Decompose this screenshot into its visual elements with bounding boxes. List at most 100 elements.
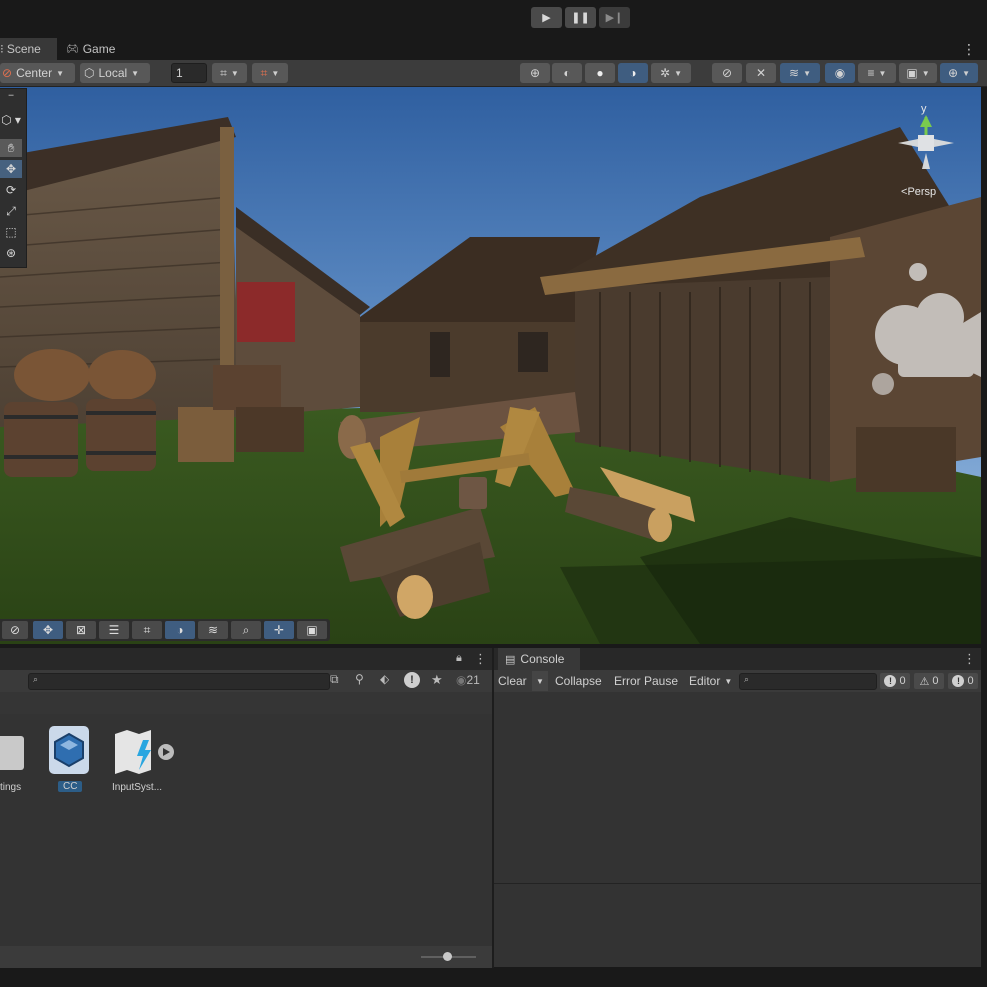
drag-handle-icon[interactable]: ━ (0, 91, 22, 100)
pivot-rotation-dropdown[interactable]: ⬡ Local ▼ (80, 63, 150, 83)
transform-tool-button[interactable]: ⊛ (0, 244, 22, 262)
chevron-down-icon: ▼ (230, 68, 239, 78)
console-search-input[interactable]: ⌕ (739, 673, 877, 690)
input-actions-icon[interactable] (113, 730, 175, 774)
favorite-star-icon[interactable]: ★ (431, 672, 443, 688)
lock-icon[interactable]: 🔒︎ (456, 652, 462, 665)
globe-icon: ⊕ (529, 66, 541, 80)
pivot-icon: ⊘ (2, 66, 13, 80)
tab-console[interactable]: ▤ Console (498, 648, 580, 670)
tab-scene-label: Scene (6, 42, 41, 56)
compass-icon: ⊘ (9, 623, 21, 637)
clear-options-dropdown[interactable]: ▼ (532, 671, 548, 691)
asset-label-selected[interactable]: CC (58, 781, 83, 792)
tool-mode-dropdown[interactable]: ⬡ ▾ (0, 111, 22, 129)
overlay-align-button[interactable]: ☰ (99, 621, 129, 639)
move-arrows-icon: ✥ (5, 162, 17, 176)
asset-label[interactable]: InputSyst... (112, 782, 162, 793)
visibility-layers-dropdown[interactable]: ≋ ▼ (780, 63, 820, 83)
pause-button[interactable]: ❚❚ (565, 7, 596, 28)
console-log-area[interactable] (494, 692, 981, 967)
hand-tool-button[interactable]: ✋︎ (0, 139, 22, 157)
local-cube-icon: ⬡ (84, 66, 95, 80)
tab-game[interactable]: 🎮︎ Game (66, 38, 126, 60)
package-icon[interactable] (49, 726, 89, 774)
scene-viewport[interactable]: y <Persp (0, 87, 981, 644)
folder-icon[interactable] (0, 736, 24, 770)
move-tool-button[interactable]: ✥ (0, 160, 22, 178)
collapse-label: Collapse (555, 674, 602, 688)
asset-label[interactable]: tings (0, 782, 21, 793)
icon-size-slider-thumb[interactable] (443, 952, 452, 961)
grid-snap-dropdown[interactable]: ⌗ ▼ (212, 63, 247, 83)
gizmos-dropdown[interactable]: ⊕ ▼ (940, 63, 978, 83)
scene-icon: ⁝ (0, 42, 4, 56)
2d-toggle-button[interactable]: ◐ (552, 63, 582, 83)
clear-button[interactable]: Clear (498, 671, 527, 691)
log-count-toggle[interactable]: ! 0 (880, 673, 910, 689)
console-tab-bar: ▤ Console ⋮ (494, 648, 981, 670)
overlay-move-button[interactable]: ✥ (33, 621, 63, 639)
effects-dropdown[interactable]: ✲ ▼ (651, 63, 691, 83)
increment-snap-dropdown[interactable]: ⌗ ▼ (252, 63, 288, 83)
tab-scene[interactable]: ⁝ Scene (0, 38, 57, 60)
fx-muted-icon: ✕ (755, 66, 767, 80)
grid-icon: ⌗ (143, 622, 151, 637)
open-window-icon[interactable]: ⧉ (330, 672, 339, 687)
step-button[interactable]: ▶❙ (599, 7, 630, 28)
overlay-shading-button[interactable]: ◑ (165, 621, 195, 639)
bug-icon: ✲ (660, 66, 671, 80)
error-count: 0 (967, 675, 974, 687)
project-search-input[interactable]: ⌕ (28, 673, 330, 690)
overlay-search-button[interactable]: ⌕ (231, 621, 261, 639)
scene-visibility-button[interactable]: ◉ (825, 63, 855, 83)
eye-icon: ◉ (834, 66, 846, 80)
play-button[interactable]: ▶ (531, 7, 562, 28)
console-menu-kebab-icon[interactable]: ⋮ (963, 651, 976, 667)
search-icon: ⌕ (33, 674, 39, 684)
move-arrows-icon: ✥ (42, 623, 54, 637)
game-controller-icon: 🎮︎ (66, 43, 79, 55)
skybox-toggle-button[interactable]: ◑ (618, 63, 648, 83)
filter-by-log-type-icon[interactable]: ! (404, 672, 420, 688)
grid-increment-field[interactable]: 1 (171, 63, 207, 83)
project-footer (0, 946, 492, 968)
filter-by-type-icon[interactable]: ⚲ (355, 672, 364, 686)
fx-toggle-button[interactable]: ✕ (746, 63, 776, 83)
pivot-mode-dropdown[interactable]: ⊘ Center ▼ (0, 63, 75, 83)
pause-icon: ❚❚ (571, 12, 590, 24)
filter-by-label-icon[interactable]: ⬖ (380, 672, 389, 686)
moon-icon: ◑ (176, 623, 184, 637)
error-count-toggle[interactable]: ! 0 (948, 673, 978, 689)
scene-camera-dropdown[interactable]: ▣ ▼ (899, 63, 937, 83)
projection-toggle[interactable]: <Persp (901, 186, 936, 198)
collapse-button[interactable]: Collapse (555, 671, 602, 691)
tab-menu-kebab-icon[interactable]: ⋮ (962, 38, 976, 60)
layers-stack-icon: ≋ (789, 66, 800, 80)
rotate-tool-button[interactable]: ⟳ (0, 181, 22, 199)
overlay-grid-button[interactable]: ⌗ (132, 621, 162, 639)
overlay-pivot-button[interactable]: ✛ (264, 621, 294, 639)
overlay-camera-button[interactable]: ▣ (297, 621, 327, 639)
overlay-snap-button[interactable]: ⊠ (66, 621, 96, 639)
chevron-down-icon: ▼ (131, 68, 140, 78)
project-menu-kebab-icon[interactable]: ⋮ (474, 651, 487, 667)
overlay-layers-button[interactable]: ≋ (198, 621, 228, 639)
chevron-down-icon: ▼ (962, 68, 970, 78)
console-detail-splitter[interactable] (494, 883, 981, 884)
editor-target-dropdown[interactable]: Editor ▼ (689, 671, 732, 691)
error-pause-button[interactable]: Error Pause (614, 671, 678, 691)
scale-tool-button[interactable]: ⤢ (0, 202, 22, 220)
lighting-toggle-button[interactable]: ● (585, 63, 615, 83)
layers-icon: ≋ (207, 623, 219, 637)
hidden-packages-toggle[interactable]: ◉21 (456, 673, 480, 687)
draw-mode-button[interactable]: ⊕ (520, 63, 550, 83)
align-icon: ☰ (108, 623, 120, 637)
audio-toggle-button[interactable]: ⊘ (712, 63, 742, 83)
rect-tool-button[interactable]: ⬚ (0, 223, 22, 241)
layers-dropdown[interactable]: ≡ ▼ (858, 63, 896, 83)
overlay-navigate-button[interactable]: ⊘ (2, 621, 28, 639)
overlay-toolbar: ⊘ ✥ ⊠ ☰ ⌗ ◑ ≋ ⌕ ✛ ▣ (0, 619, 330, 641)
warning-count-toggle[interactable]: ⚠ 0 (914, 673, 944, 689)
audio-muted-icon: ⊘ (721, 66, 733, 80)
